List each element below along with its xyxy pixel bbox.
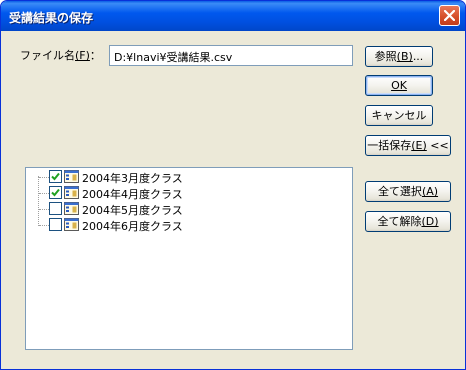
batch-save-button[interactable]: 一括保存(E) <<	[365, 135, 451, 156]
batch-save-button-mnemonic: (E)	[411, 139, 427, 152]
cancel-button-label: キャンセル	[371, 109, 427, 122]
class-list-item[interactable]: 2004年4月度クラス	[26, 185, 326, 201]
ok-button-label: OK	[391, 79, 407, 92]
browse-button[interactable]: 参照(B)...	[365, 46, 433, 67]
class-list-item[interactable]: 2004年5月度クラス	[26, 201, 326, 217]
close-icon	[444, 10, 455, 21]
browse-button-mnemonic: (B)	[396, 50, 413, 63]
class-list-item[interactable]: 2004年6月度クラス	[26, 217, 326, 233]
checkmark-icon	[51, 172, 60, 181]
class-item-label: 2004年4月度クラス	[82, 188, 183, 201]
deselect-all-button-label: 全て解除	[377, 215, 422, 228]
browse-button-label: 参照	[374, 50, 397, 63]
tree-connector	[39, 209, 49, 210]
checkmark-icon	[51, 188, 60, 197]
select-all-button-label: 全て選択	[377, 185, 422, 198]
deselect-all-button-mnemonic: (D)	[421, 215, 439, 228]
class-file-icon	[64, 186, 79, 199]
class-list[interactable]: 2004年3月度クラス 2004年4月度クラス 2004年5月度クラス 2004年6月…	[25, 167, 353, 350]
class-item-label: 2004年5月度クラス	[82, 204, 183, 217]
file-name-label-mnemonic: (F)	[75, 49, 90, 62]
deselect-all-button[interactable]: 全て解除(D)	[365, 211, 451, 232]
window-title: 受講結果の保存	[9, 11, 94, 25]
title-bar[interactable]: 受講結果の保存	[1, 1, 465, 31]
file-name-label: ファイル名(F)：	[20, 47, 101, 63]
batch-save-button-label: 一括保存	[367, 139, 412, 152]
class-checkbox[interactable]	[49, 218, 62, 231]
ok-button[interactable]: OK	[365, 75, 433, 96]
tree-connector	[39, 225, 49, 226]
class-checkbox[interactable]	[49, 186, 62, 199]
file-path-input[interactable]: D:¥lnavi¥受講結果.csv	[109, 45, 353, 66]
select-all-button[interactable]: 全て選択(A)	[365, 181, 451, 202]
save-results-dialog: 受講結果の保存 ファイル名(F)： D:¥lnavi¥受講結果.csv 参照(B…	[0, 0, 466, 370]
class-file-icon	[64, 170, 79, 183]
class-file-icon	[64, 202, 79, 215]
close-button[interactable]	[439, 5, 460, 26]
file-name-label-suffix: ：	[89, 49, 101, 62]
file-name-label-text: ファイル名	[20, 49, 75, 62]
browse-button-suffix: ...	[412, 50, 424, 63]
select-all-button-mnemonic: (A)	[421, 185, 439, 198]
class-item-label: 2004年3月度クラス	[82, 172, 183, 185]
batch-save-button-suffix: <<	[426, 139, 449, 152]
class-checkbox[interactable]	[49, 170, 62, 183]
class-list-item[interactable]: 2004年3月度クラス	[26, 169, 326, 185]
class-file-icon	[64, 218, 79, 231]
tree-connector	[39, 177, 49, 178]
tree-connector	[39, 193, 49, 194]
class-checkbox[interactable]	[49, 202, 62, 215]
cancel-button[interactable]: キャンセル	[365, 105, 433, 126]
class-item-label: 2004年6月度クラス	[82, 220, 183, 233]
